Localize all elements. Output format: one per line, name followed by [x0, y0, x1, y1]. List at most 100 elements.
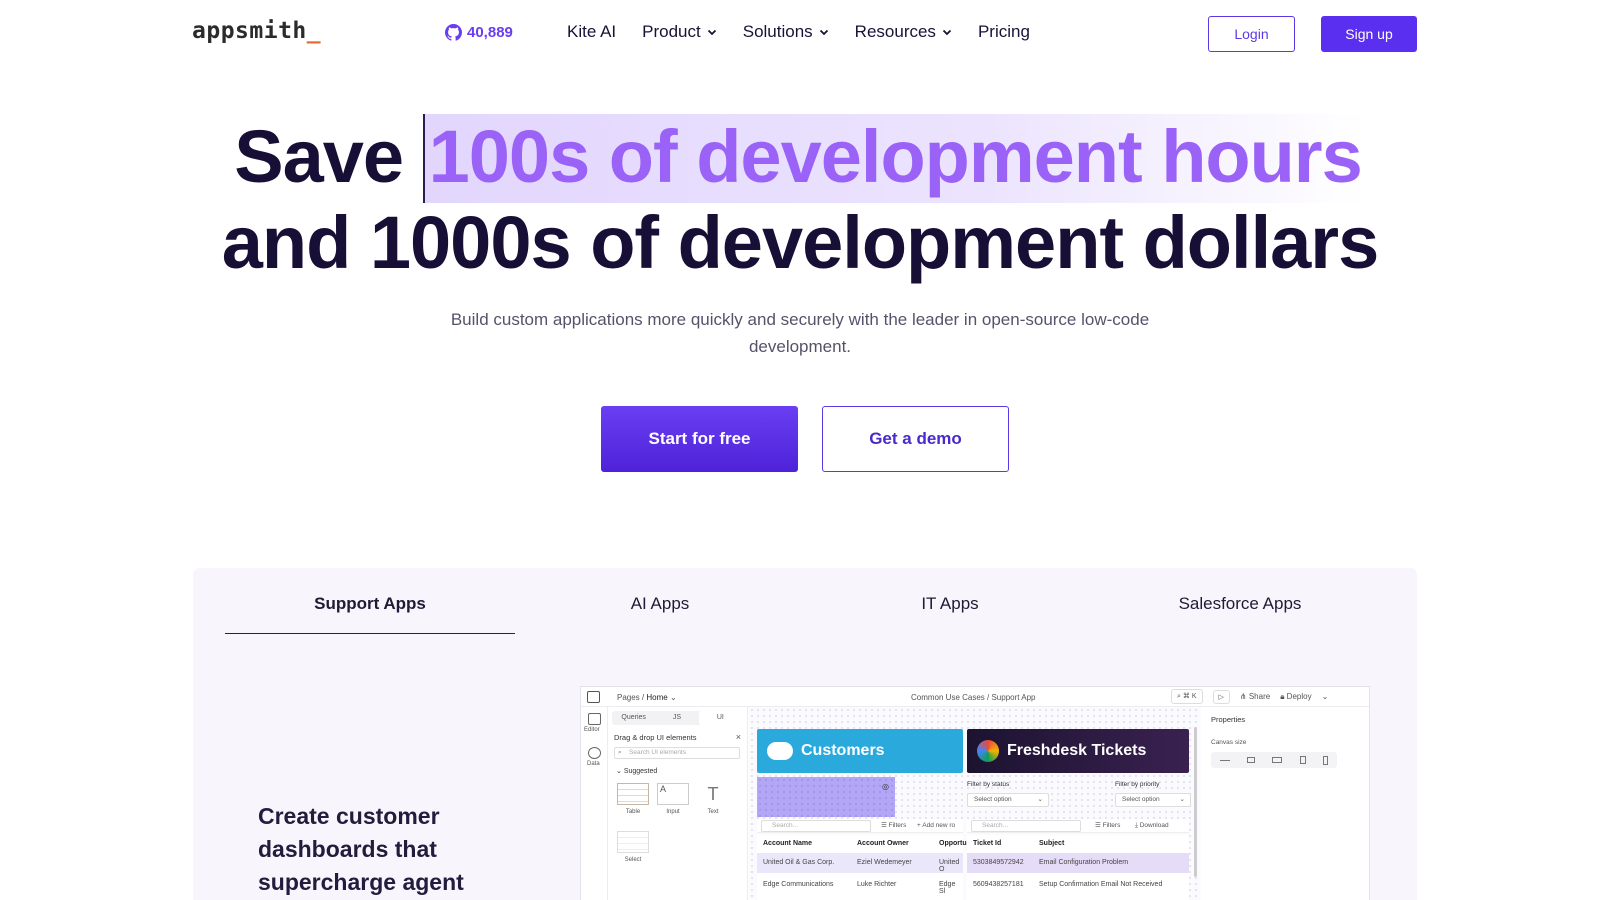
text-widget-icon: T [707, 784, 719, 804]
editor-icon [588, 713, 601, 725]
customers-card-header: Customers [757, 729, 963, 773]
mockup-canvas: Customers Freshdesk Tickets ◎ Filter by … [749, 707, 1201, 900]
menu-item-pricing[interactable]: Pricing [978, 22, 1030, 42]
github-stars-link[interactable]: 40,889 [445, 24, 513, 41]
appsmith-logo[interactable]: appsmith_ [192, 18, 321, 44]
widget-select: Select [616, 831, 650, 865]
rail-editor-label: Editor [584, 727, 600, 733]
tickets-table-toolbar: Search... ☰ Filters ⤓ Download [967, 819, 1189, 833]
tab-it-apps[interactable]: IT Apps [805, 568, 1095, 634]
main-menu: Kite AI Product Solutions Resources Pric… [567, 22, 1056, 42]
tickets-card-header: Freshdesk Tickets [967, 729, 1189, 773]
hero-headline-line2: and 1000s of development dollars [221, 201, 1379, 284]
mockup-widgets-panel: Queries JS UI Drag & drop UI elements × … [608, 707, 770, 900]
properties-title: Properties [1211, 715, 1246, 724]
start-for-free-button[interactable]: Start for free [601, 406, 798, 472]
segment-ui: UI [698, 711, 742, 725]
app-logo-icon [587, 691, 600, 703]
tickets-search: Search... [971, 820, 1081, 832]
download-label: Download [1139, 822, 1169, 829]
table-cell: Luke Richter [857, 881, 897, 888]
mockup-properties-panel: Properties Canvas size [1201, 707, 1369, 900]
github-stars-count: 40,889 [467, 24, 513, 41]
drag-handle-icon: ◎ [882, 782, 889, 791]
menu-item-resources[interactable]: Resources [855, 22, 952, 42]
select-placeholder: Select option [1122, 796, 1160, 803]
table-cell: United O [939, 859, 960, 873]
mockup-breadcrumb: Pages / Home ⌄ [617, 693, 677, 702]
login-button[interactable]: Login [1208, 16, 1295, 52]
table-header: Account Name [763, 840, 813, 847]
widget-input: A Input [656, 783, 690, 817]
chevron-down-icon [819, 29, 828, 36]
widget-label: Text [707, 809, 719, 815]
hero-prefix: Save [234, 115, 404, 198]
filters-label: Filters [1102, 822, 1121, 829]
tab-salesforce-apps[interactable]: Salesforce Apps [1095, 568, 1385, 634]
customers-table: Account Name Account Owner Opportu Unite… [757, 835, 967, 900]
feature-title: Create customer dashboards that supercha… [258, 803, 464, 895]
canvas-size-label: Canvas size [1211, 739, 1247, 746]
menu-item-solutions[interactable]: Solutions [743, 22, 829, 42]
deploy-button: 🔒︎ Deploy [1280, 691, 1312, 701]
mockup-app-path: Common Use Cases / Support App [911, 693, 1036, 702]
panel-title: Drag & drop UI elements [614, 733, 697, 742]
tab-ai-apps[interactable]: AI Apps [515, 568, 805, 634]
table-cell: Edge Communications [763, 881, 834, 888]
share-label: Share [1248, 692, 1271, 701]
table-cell: Eziel Wedemeyer [857, 859, 912, 866]
hero-highlight: 100s of development hours [422, 114, 1366, 203]
table-cell: 5303849572942 [973, 859, 1024, 866]
menu-label: Solutions [742, 22, 813, 41]
menu-label: Resources [854, 22, 936, 41]
mockup-segment-control: Queries JS UI [612, 711, 742, 725]
filters-button: ☰ Filters [1095, 822, 1121, 829]
menu-label: Product [642, 22, 701, 41]
search-icon: ⌕ [618, 749, 622, 756]
table-cell: Setup Confirmation Email Not Received [1039, 881, 1163, 888]
select-placeholder: Select option [974, 796, 1012, 803]
hero-subtitle: Build custom applications more quickly a… [450, 310, 1150, 356]
tickets-table: Ticket Id Subject 5303849572942 Email Co… [967, 835, 1189, 900]
tab-support-apps[interactable]: Support Apps [225, 568, 515, 634]
signup-button[interactable]: Sign up [1321, 16, 1417, 52]
chevron-down-icon: ⌄ [1179, 796, 1185, 803]
widget-label: Table [625, 809, 641, 815]
add-row-button: + Add new ro [917, 822, 956, 829]
top-nav: appsmith_ 40,889 Kite AI Product Solutio… [0, 0, 1600, 66]
menu-label: Pricing [977, 22, 1030, 41]
get-a-demo-button[interactable]: Get a demo [822, 406, 1009, 472]
customers-search: Search... [761, 820, 871, 832]
table-header: Ticket Id [973, 840, 1002, 847]
filter-status-select: Select option ⌄ [967, 793, 1049, 807]
logo-cursor: _ [306, 18, 322, 44]
menu-item-kite-ai[interactable]: Kite AI [567, 22, 616, 42]
selected-widget-placeholder: ◎ [757, 777, 895, 817]
bc-pages: Pages / [617, 693, 645, 702]
customers-title: Customers [801, 742, 885, 759]
menu-item-product[interactable]: Product [642, 22, 717, 42]
suggested-label: Suggested [623, 768, 658, 775]
widget-label: Select [624, 857, 642, 863]
filters-label: Filters [888, 822, 907, 829]
mockup-topbar: Pages / Home ⌄ Common Use Cases / Suppor… [581, 687, 1369, 707]
chevron-down-icon: ⌄ [1037, 796, 1043, 803]
segment-queries: Queries [621, 714, 646, 721]
table-cell: United Oil & Gas Corp. [763, 859, 835, 866]
canvas-scrollbar [1194, 727, 1197, 877]
use-case-tabs: Support Apps AI Apps IT Apps Salesforce … [225, 568, 1385, 634]
table-header: Opportu [939, 840, 967, 847]
tablet-icon [1299, 756, 1306, 764]
input-widget-icon: A [657, 783, 689, 805]
database-icon [588, 747, 601, 759]
widget-text: T Text [696, 783, 730, 817]
search-shortcut: ⌕ ⌘ K [1171, 689, 1203, 704]
mobile-icon [1323, 755, 1329, 765]
freshdesk-icon [977, 740, 999, 762]
search-placeholder: Search... [982, 822, 1009, 829]
mockup-left-rail: Editor Data [581, 707, 608, 900]
widget-label: Input [666, 809, 680, 815]
chevron-down-icon [707, 29, 716, 36]
shortcut-text: ⌘ K [1182, 693, 1197, 700]
mockup-actions: ⌕ ⌘ K ▷ ⋔ Share 🔒︎ Deploy ⌄ [1171, 689, 1328, 704]
